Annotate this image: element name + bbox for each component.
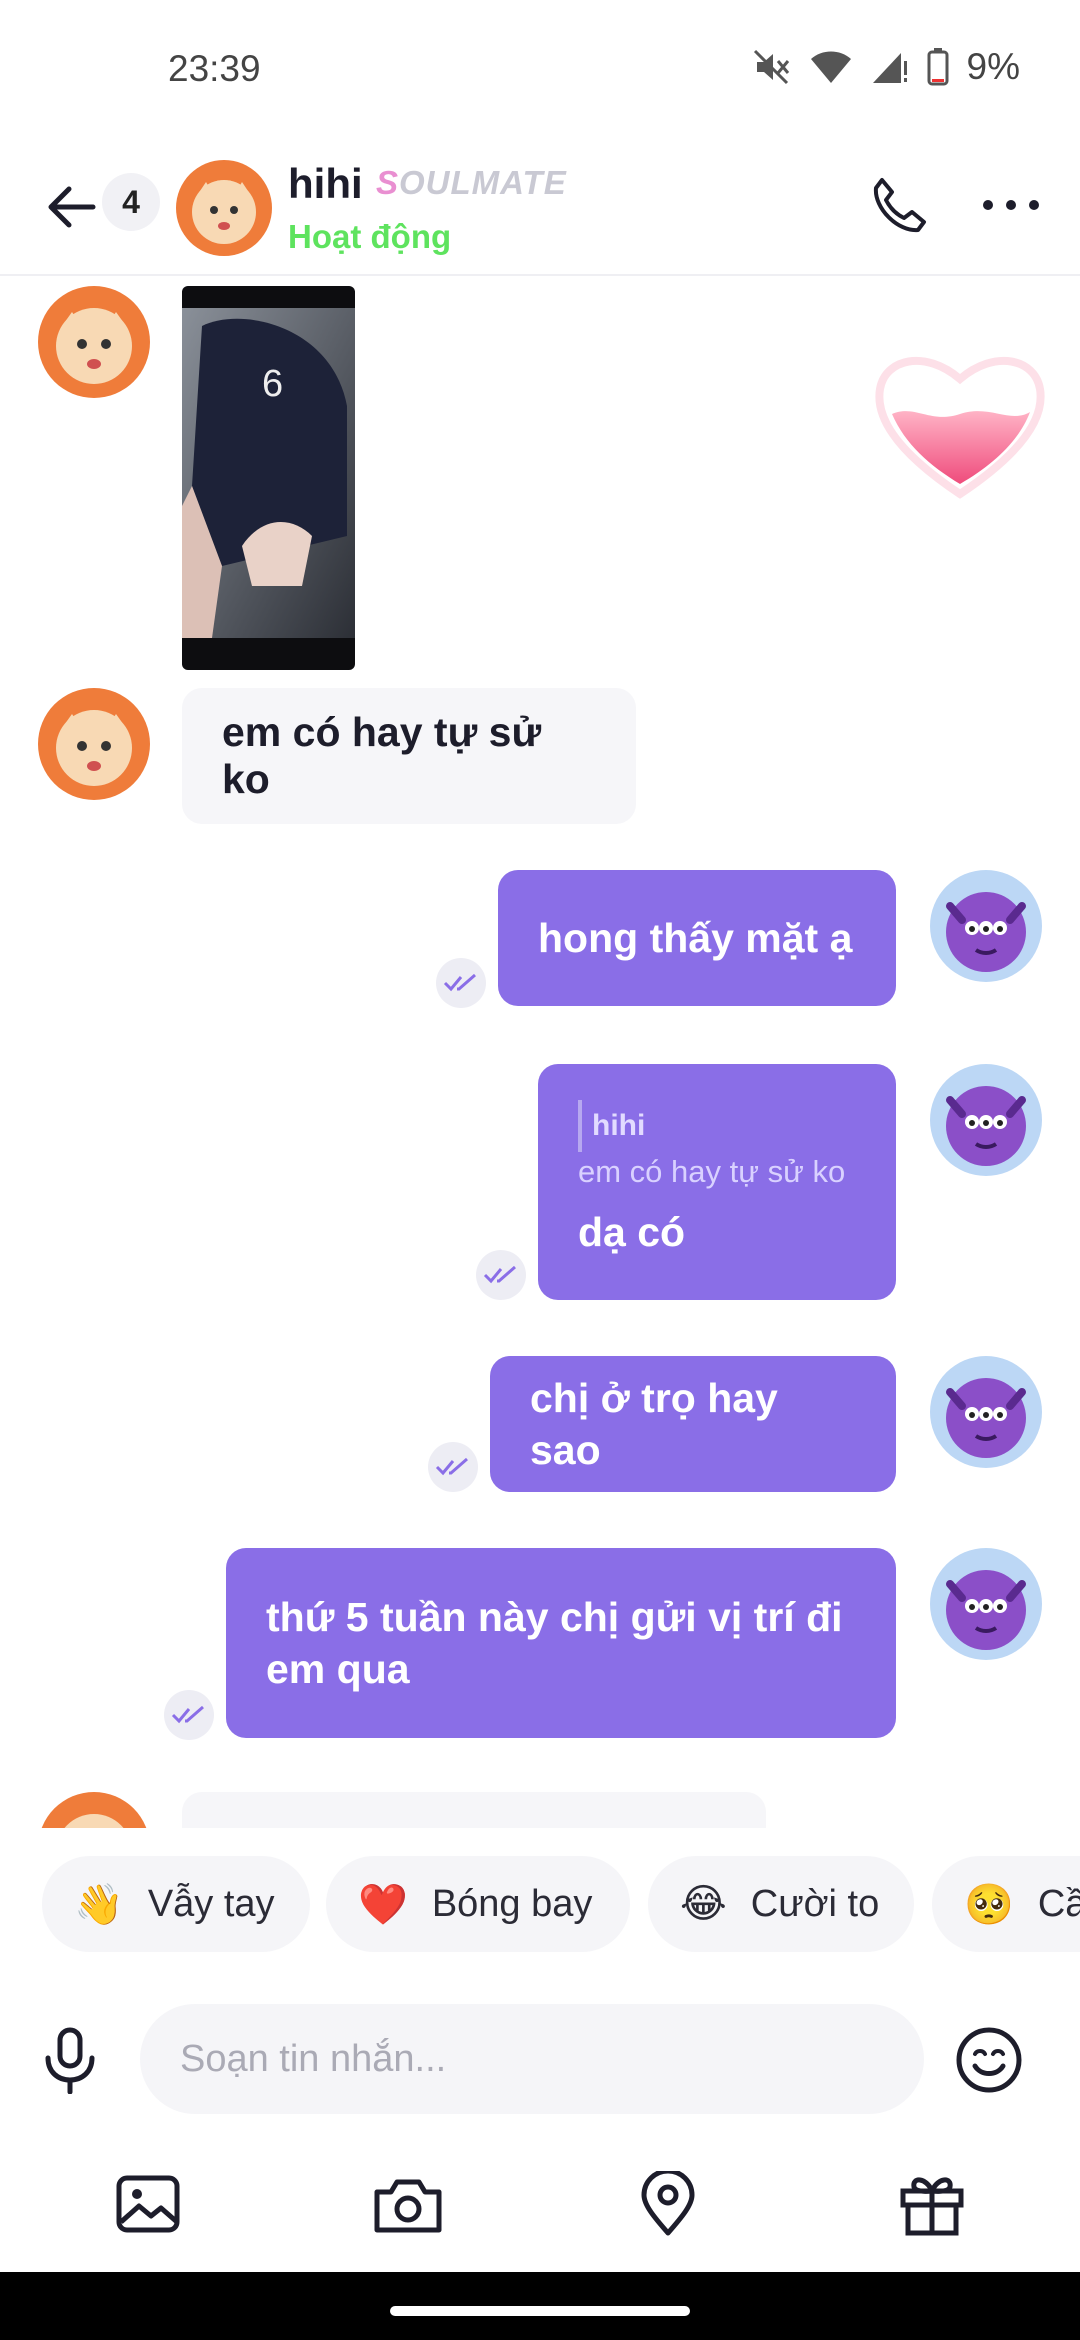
mic-button[interactable] [38,2026,102,2095]
emoji-button[interactable] [955,2026,1023,2094]
location-icon [641,2171,695,2236]
my-avatar[interactable] [930,1548,1042,1660]
laugh-icon: 😂 [680,1882,727,1926]
reply-message-text: dạ có [578,1209,686,1255]
message-list[interactable]: 6 em có hay tự sử ko hong thấy mặt ạ hih… [0,278,1080,1828]
wifi-icon [810,51,851,83]
battery-percent: 9% [966,46,1020,87]
phone-icon [873,178,926,233]
chip-label: Cười to [750,1882,880,1925]
my-avatar[interactable] [930,870,1042,982]
more-icon [983,200,1039,210]
outgoing-message[interactable]: chị ở trọ hay sao [490,1356,896,1492]
pleading-icon: 🥺 [964,1882,1014,1927]
gift-icon [900,2177,964,2236]
chip-label: Vẫy tay [147,1882,275,1925]
quick-reactions: 👋 Vẫy tay ❤️ Bóng bay 😂 Cười to 🥺 Cầ [0,1856,1080,1952]
quick-reaction-chip[interactable]: 👋 Vẫy tay [42,1856,310,1952]
photo-message[interactable]: 6 [182,286,355,670]
read-check-icon [164,1690,214,1740]
back-button[interactable] [40,176,102,238]
mute-icon [753,49,789,85]
battery-icon [927,48,949,86]
reply-quote-text: em có hay tự sử ko [578,1154,846,1189]
message-input[interactable] [140,2004,924,2114]
emoji-icon [956,2027,1022,2093]
camera-icon [374,2179,442,2233]
camera-button[interactable] [372,2168,444,2240]
incoming-message[interactable]: em có hay tự sử ko [182,688,636,824]
chat-header: 4 hihi SOULMATE Hoạt động [0,140,1080,276]
status-time: 23:39 [168,48,261,89]
quick-reaction-chip[interactable]: ❤️ Bóng bay [326,1856,630,1952]
contact-message-avatar[interactable] [38,1792,150,1828]
chip-label: Bóng bay [431,1882,593,1925]
heart-icon[interactable] [870,344,1050,504]
contact-message-avatar[interactable] [38,688,150,800]
outgoing-message[interactable]: hong thấy mặt ạ [498,870,896,1006]
unread-count-badge: 4 [102,173,160,231]
outgoing-reply-message[interactable]: hihi em có hay tự sử ko dạ có [538,1064,896,1300]
back-arrow-icon [48,186,96,228]
soulmate-tag: SOULMATE [376,164,567,201]
read-check-icon [476,1250,526,1300]
quick-reaction-chip[interactable]: 🥺 Cầ [932,1856,1080,1952]
composer [0,2004,1080,2114]
online-status: Hoạt động [288,218,452,255]
outgoing-message[interactable]: thứ 5 tuần này chị gửi vị trí đi em qua [226,1548,896,1738]
mic-icon [45,2027,95,2095]
signal-icon [872,53,907,83]
my-avatar[interactable] [930,1356,1042,1468]
contact-name[interactable]: hihi [288,160,363,208]
chip-label: Cầ [1037,1882,1080,1925]
quick-reaction-chip[interactable]: 😂 Cười to [648,1856,914,1952]
svg-text:6: 6 [262,363,283,405]
photo-thumbnail: 6 [182,308,355,638]
status-icons: 9% [751,46,1020,88]
read-check-icon [436,958,486,1008]
more-options-button[interactable] [976,180,1046,230]
reply-quote-name: hihi [578,1100,645,1152]
status-bar: 23:39 9% [0,0,1080,140]
wave-icon: 👋 [74,1882,124,1927]
gift-button[interactable] [896,2168,968,2240]
gallery-icon [116,2175,180,2233]
read-check-icon [428,1442,478,1492]
call-button[interactable] [864,170,934,240]
contact-message-avatar[interactable] [38,286,150,398]
location-button[interactable] [632,2168,704,2240]
system-nav-bar [0,2272,1080,2340]
attachment-toolbar [0,2168,1080,2248]
incoming-message-partial[interactable] [182,1792,766,1828]
my-avatar[interactable] [930,1064,1042,1176]
heart-emoji-icon: ❤️ [358,1882,408,1927]
gallery-button[interactable] [112,2168,184,2240]
home-gesture-handle[interactable] [390,2306,690,2316]
contact-avatar[interactable] [176,160,272,256]
